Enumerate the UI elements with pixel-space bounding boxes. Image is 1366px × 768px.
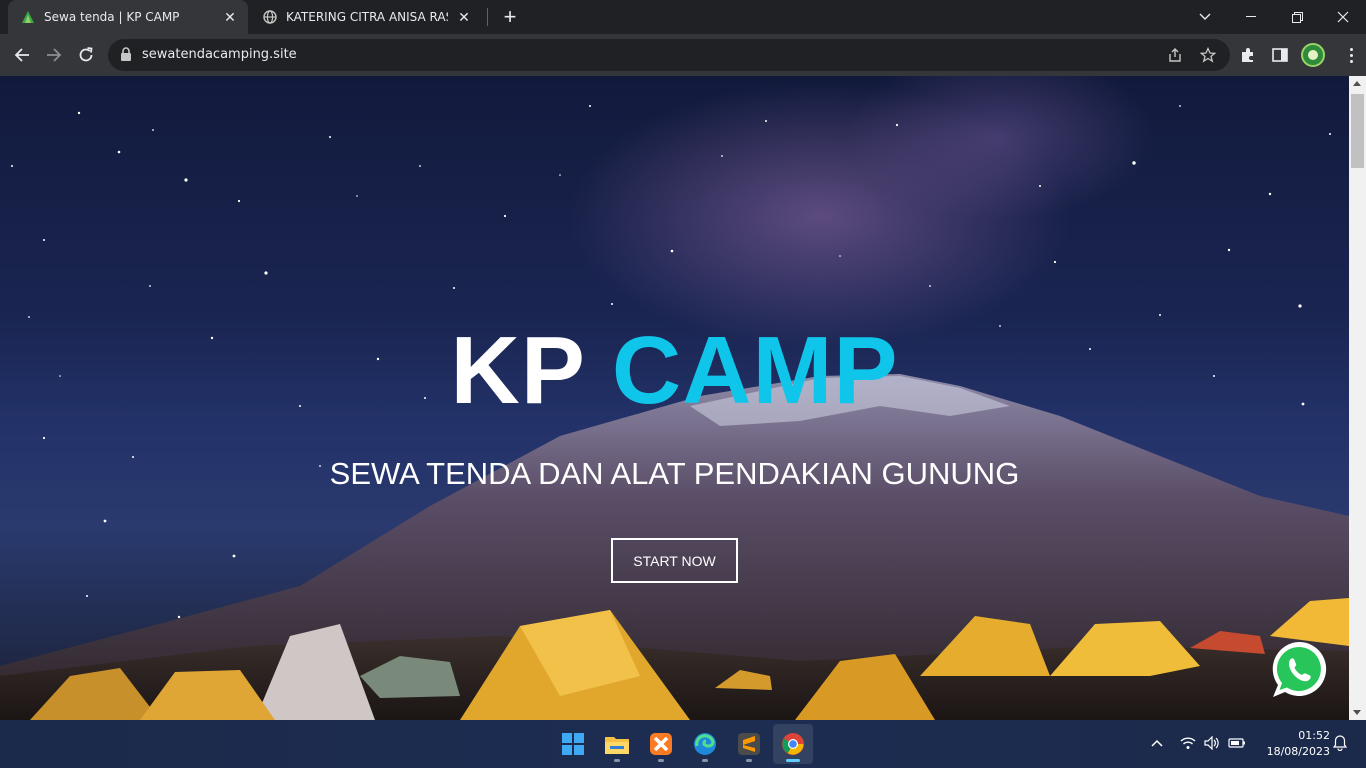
tab-separator <box>487 8 488 26</box>
tab-inactive[interactable]: KATERING CITRA ANISA RASA | P ✕ <box>250 0 482 34</box>
notification-bell-icon[interactable] <box>1330 733 1350 753</box>
scroll-up-arrow-icon[interactable] <box>1353 81 1361 86</box>
hero-subtitle: SEWA TENDA DAN ALAT PENDAKIAN GUNUNG <box>329 456 1020 491</box>
running-indicator <box>786 759 800 762</box>
file-explorer-icon[interactable] <box>597 724 637 764</box>
page-scrollbar[interactable] <box>1349 76 1366 720</box>
running-indicator <box>702 759 708 762</box>
reload-icon[interactable] <box>72 41 100 69</box>
browser-tabstrip: Sewa tenda | KP CAMP ✕ KATERING CITRA AN… <box>0 0 1366 34</box>
running-indicator <box>746 759 752 762</box>
close-window-icon[interactable] <box>1320 0 1366 34</box>
profile-avatar[interactable] <box>1301 43 1325 67</box>
start-now-button[interactable]: START NOW <box>611 538 738 583</box>
url-text: sewatendacamping.site <box>142 47 297 62</box>
clock-time: 01:52 <box>1298 729 1330 742</box>
battery-icon[interactable] <box>1227 733 1247 753</box>
minimize-icon[interactable] <box>1228 0 1274 34</box>
scrollbar-thumb[interactable] <box>1351 94 1364 168</box>
browser-toolbar: sewatendacamping.site <box>0 34 1366 76</box>
lock-icon[interactable] <box>120 47 132 66</box>
side-panel-icon[interactable] <box>1269 44 1291 66</box>
chrome-icon[interactable] <box>773 724 813 764</box>
hero-title-part2: CAMP <box>611 317 899 424</box>
hero-title-part1: KP <box>450 317 585 424</box>
tab-title: Sewa tenda | KP CAMP <box>44 10 180 24</box>
volume-icon[interactable] <box>1202 733 1222 753</box>
system-clock[interactable]: 01:52 18/08/2023 <box>1254 728 1330 760</box>
edge-icon[interactable] <box>685 724 725 764</box>
whatsapp-icon[interactable] <box>1269 639 1330 700</box>
running-indicator <box>614 759 620 762</box>
running-indicator <box>658 759 664 762</box>
share-icon[interactable] <box>1165 45 1185 65</box>
new-tab-button[interactable]: + <box>498 4 522 29</box>
tab-title: KATERING CITRA ANISA RASA | P <box>286 10 448 24</box>
address-bar[interactable]: sewatendacamping.site <box>108 39 1230 71</box>
wifi-icon[interactable] <box>1178 733 1198 753</box>
more-menu-icon[interactable] <box>1343 44 1359 66</box>
tab-close-icon[interactable]: ✕ <box>220 7 240 27</box>
tab-search-chevron-down-icon[interactable] <box>1182 0 1228 34</box>
xampp-icon[interactable] <box>641 724 681 764</box>
bookmark-star-icon[interactable] <box>1198 45 1218 65</box>
tab-close-icon[interactable]: ✕ <box>454 7 474 27</box>
windows-start-icon[interactable] <box>553 724 593 764</box>
back-arrow-icon[interactable] <box>8 41 36 69</box>
sublime-text-icon[interactable] <box>729 724 769 764</box>
extensions-puzzle-icon[interactable] <box>1237 44 1259 66</box>
tab-active[interactable]: Sewa tenda | KP CAMP ✕ <box>8 0 248 34</box>
scroll-down-arrow-icon[interactable] <box>1353 710 1361 715</box>
forward-arrow-icon[interactable] <box>40 41 68 69</box>
hero-section: KP CAMP SEWA TENDA DAN ALAT PENDAKIAN GU… <box>0 76 1349 720</box>
globe-icon <box>262 9 278 25</box>
restore-icon[interactable] <box>1274 0 1320 34</box>
windows-taskbar: 01:52 18/08/2023 <box>0 720 1366 768</box>
clock-date: 18/08/2023 <box>1266 745 1330 758</box>
hero-title: KP CAMP <box>0 316 1349 426</box>
show-hidden-icons-chevron-up-icon[interactable] <box>1147 733 1167 753</box>
tent-favicon-icon <box>20 9 36 25</box>
